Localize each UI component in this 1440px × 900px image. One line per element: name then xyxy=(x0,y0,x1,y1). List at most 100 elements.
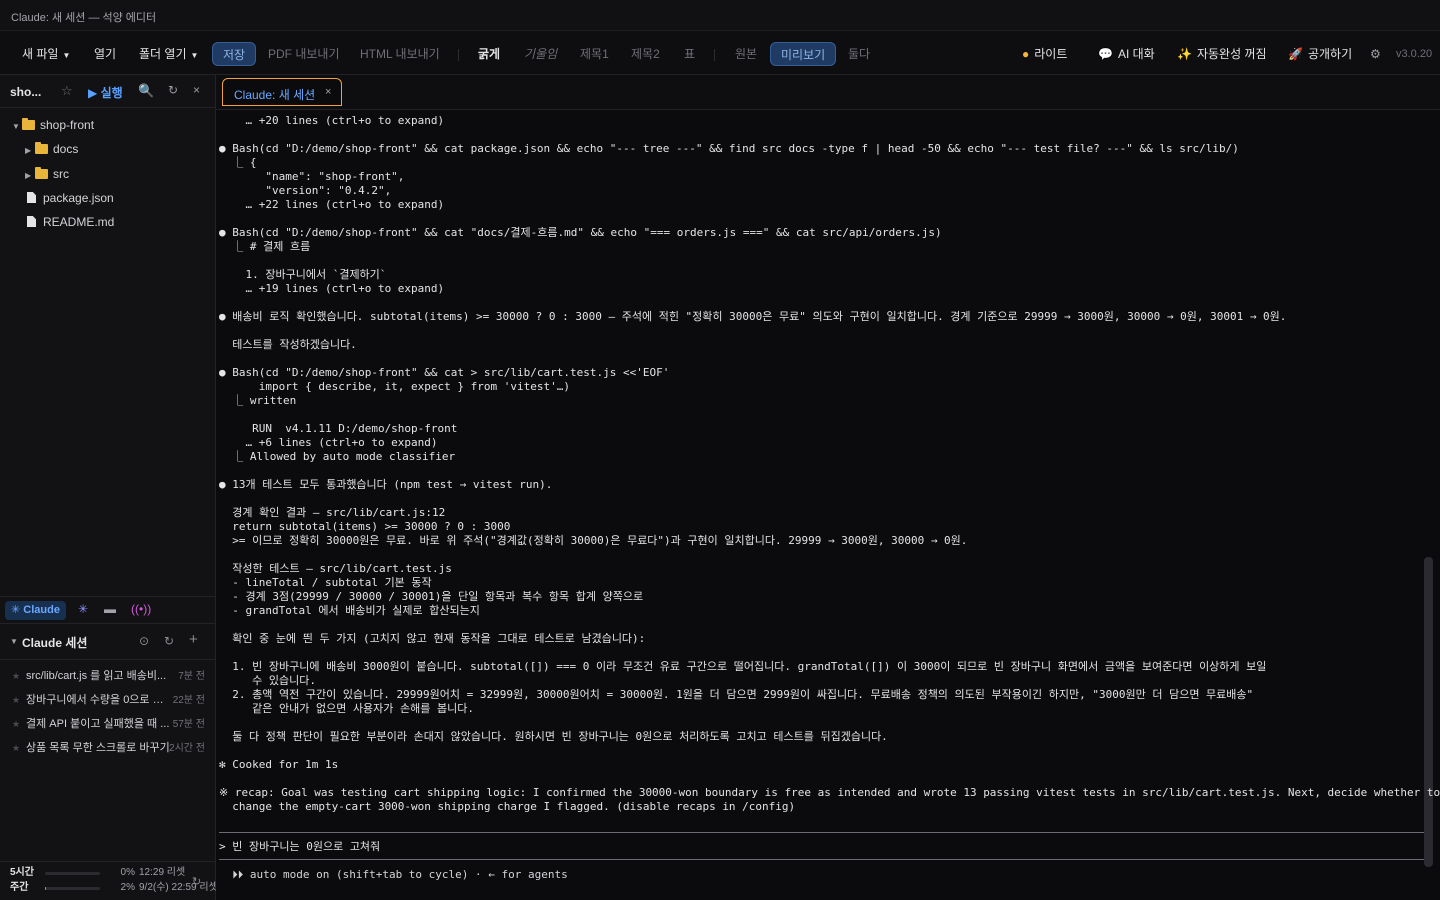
tree-folder-docs[interactable]: ▶ docs xyxy=(25,139,78,159)
prompt-divider-bottom xyxy=(219,859,1427,860)
usage-meter: 5시간 0% 12:29 리셋 주간 2% 9/2(수) 22:59 리셋 ↻ xyxy=(0,861,218,900)
monitor-icon[interactable]: ▬ xyxy=(104,602,116,616)
terminal-line: ● Bash(cd "D:/demo/shop-front" && cat pa… xyxy=(219,142,1239,155)
prompt-divider-top xyxy=(219,832,1427,833)
prompt-input[interactable]: > 빈 장바구니는 0원으로 고쳐줘 xyxy=(219,840,380,854)
tree-file-readme[interactable]: README.md xyxy=(27,212,114,232)
terminal-line: ⎿ written xyxy=(219,394,297,407)
terminal-line: … +19 lines (ctrl+o to expand) xyxy=(219,282,445,295)
terminal-line: 수 있습니다. xyxy=(219,674,316,687)
chat-bubble-icon: 💬 xyxy=(1098,47,1113,61)
open-button[interactable]: 열기 xyxy=(94,42,116,66)
session-item[interactable]: ★ 상품 목록 무한 스크롤로 바꾸기 2시간 전 xyxy=(0,737,216,760)
table-button[interactable]: 표 xyxy=(684,42,695,66)
session-item[interactable]: ★ 장바구니에서 수량을 0으로 바... 22분 전 xyxy=(0,689,216,712)
broadcast-icon[interactable]: ((•)) xyxy=(131,602,151,616)
italic-button[interactable]: 기울임 xyxy=(524,42,557,66)
sessions-title: Claude 세션 xyxy=(22,636,88,650)
claude-terminal[interactable]: > 빈 장바구니는 0원으로 고쳐줘 ⏵⏵ auto mode on (shif… xyxy=(216,110,1440,900)
session-item[interactable]: ★ 결제 API 붙이고 실패했을 때 ... 57분 전 xyxy=(0,713,216,736)
terminal-line: >= 이므로 정확히 30000원은 무료. 바로 위 주석("경계값(정확히 … xyxy=(219,534,968,547)
refresh-icon[interactable]: ↻ xyxy=(168,83,178,97)
chevron-right-icon: ▶ xyxy=(25,171,32,180)
tree-folder-shop-front[interactable]: ▼ shop-front xyxy=(12,115,94,135)
chevron-down-icon: ▼ xyxy=(12,122,20,131)
terminal-line: 2. 총액 역전 구간이 있습니다. 29999원어치 = 32999원, 30… xyxy=(219,688,1254,701)
refresh-icon[interactable]: ↻ xyxy=(164,634,174,648)
sparkle-icon: ✨ xyxy=(1177,47,1192,61)
sparkle-icon[interactable]: ✳ xyxy=(78,602,88,616)
both-view-button[interactable]: 둘다 xyxy=(848,42,870,66)
refresh-icon[interactable]: ↻ xyxy=(192,875,201,888)
heading2-button[interactable]: 제목2 xyxy=(631,42,660,66)
terminal-line: … +6 lines (ctrl+o to expand) xyxy=(219,436,438,449)
usage-bar xyxy=(45,872,100,875)
chevron-right-icon: ▶ xyxy=(25,146,32,155)
terminal-line: ● 배송비 로직 확인했습니다. subtotal(items) >= 3000… xyxy=(219,310,1287,323)
terminal-line: ※ recap: Goal was testing cart shipping … xyxy=(219,786,1440,799)
window-title: Claude: 새 세션 — 석양 에디터 xyxy=(11,12,157,24)
folder-icon xyxy=(35,167,48,179)
divider xyxy=(458,49,459,61)
export-pdf-button[interactable]: PDF 내보내기 xyxy=(268,42,340,66)
divider xyxy=(714,49,715,61)
open-folder-menu[interactable]: 폴더 열기 ▼ xyxy=(139,42,198,66)
tree-folder-src[interactable]: ▶ src xyxy=(25,164,69,184)
close-icon[interactable]: × xyxy=(193,83,200,97)
terminal-line: 둘 다 정책 판단이 필요한 부분이라 손대지 않았습니다. 원하시면 빈 장바… xyxy=(219,730,888,743)
sidebar-header: sho... ☆ ▶ 실행 🔍 ↻ × xyxy=(0,75,216,108)
status-line: ⏵⏵ auto mode on (shift+tab to cycle) · ←… xyxy=(219,868,568,881)
terminal-scrollbar[interactable] xyxy=(1424,557,1433,867)
new-file-menu[interactable]: 새 파일 ▼ xyxy=(22,42,70,66)
save-button[interactable]: 저장 xyxy=(212,42,257,66)
terminal-line: ⎿ { xyxy=(219,156,257,169)
add-session-icon[interactable]: + xyxy=(189,631,198,648)
terminal-line: return subtotal(items) >= 30000 ? 0 : 30… xyxy=(219,520,511,533)
terminal-line: ● Bash(cd "D:/demo/shop-front" && cat > … xyxy=(219,366,670,379)
preview-view-button[interactable]: 미리보기 xyxy=(770,42,837,66)
star-icon[interactable]: ★ xyxy=(12,713,20,736)
gear-icon[interactable]: ⚙ xyxy=(1370,42,1381,66)
editor-tabbar: Claude: 새 세션 × xyxy=(216,75,1440,110)
window-titlebar: Claude: 새 세션 — 석양 에디터 xyxy=(0,0,1440,31)
file-icon xyxy=(27,216,36,227)
export-html-button[interactable]: HTML 내보내기 xyxy=(360,42,440,66)
history-icon[interactable]: ⊙ xyxy=(139,634,149,648)
search-icon[interactable]: 🔍 xyxy=(138,83,154,99)
sidebar-panel-tabs: ✳ Claude ✳ ▬ ((•)) xyxy=(0,596,216,624)
terminal-line: … +20 lines (ctrl+o to expand) xyxy=(219,114,445,127)
terminal-line: "name": "shop-front", xyxy=(219,170,405,183)
ai-chat-button[interactable]: 💬 AI 대화 xyxy=(1098,42,1155,66)
usage-bar xyxy=(45,887,100,890)
star-icon[interactable]: ☆ xyxy=(61,83,73,99)
rocket-icon: 🚀 xyxy=(1288,47,1303,61)
version-label: v3.0.20 xyxy=(1396,48,1433,60)
tab-claude[interactable]: ✳ Claude xyxy=(5,601,66,620)
star-icon[interactable]: ★ xyxy=(12,689,20,712)
terminal-line: - lineTotal / subtotal 기본 동작 xyxy=(219,576,432,589)
menubar: 새 파일 ▼ 열기 폴더 열기 ▼ 저장 PDF 내보내기 HTML 내보내기 굵게… xyxy=(0,31,1440,75)
source-view-button[interactable]: 원본 xyxy=(735,42,757,66)
folder-icon xyxy=(35,142,48,154)
theme-toggle[interactable]: ● 라이트 xyxy=(1022,42,1067,66)
chevron-down-icon: ▼ xyxy=(190,51,199,60)
tree-file-package-json[interactable]: package.json xyxy=(27,188,114,208)
terminal-line: ⎿ # 결제 흐름 xyxy=(219,240,311,253)
autocomplete-toggle[interactable]: ✨ 자동완성 꺼짐 xyxy=(1177,42,1267,66)
session-item[interactable]: ★ src/lib/cart.js 를 읽고 배송비... 7분 전 xyxy=(0,665,216,688)
close-icon[interactable]: × xyxy=(325,86,331,98)
terminal-line: ● 13개 테스트 모두 통과했습니다 (npm test → vitest r… xyxy=(219,478,553,491)
project-name[interactable]: sho... xyxy=(10,85,41,99)
chevron-down-icon[interactable]: ▼ xyxy=(10,637,18,646)
bold-button[interactable]: 굵게 xyxy=(478,42,500,66)
terminal-line: - grandTotal 에서 배송비가 실제로 합산되는지 xyxy=(219,604,480,617)
publish-button[interactable]: 🚀 공개하기 xyxy=(1288,42,1352,66)
star-icon[interactable]: ★ xyxy=(12,737,20,760)
terminal-line: 작성한 테스트 — src/lib/cart.test.js xyxy=(219,562,452,575)
star-icon[interactable]: ★ xyxy=(12,665,20,688)
run-button[interactable]: ▶ 실행 xyxy=(88,84,123,101)
terminal-line: ⎿ Allowed by auto mode classifier xyxy=(219,450,456,463)
tab-claude-session[interactable]: Claude: 새 세션 × xyxy=(222,78,342,106)
heading1-button[interactable]: 제목1 xyxy=(580,42,609,66)
terminal-line: 테스트를 작성하겠습니다. xyxy=(219,338,357,351)
